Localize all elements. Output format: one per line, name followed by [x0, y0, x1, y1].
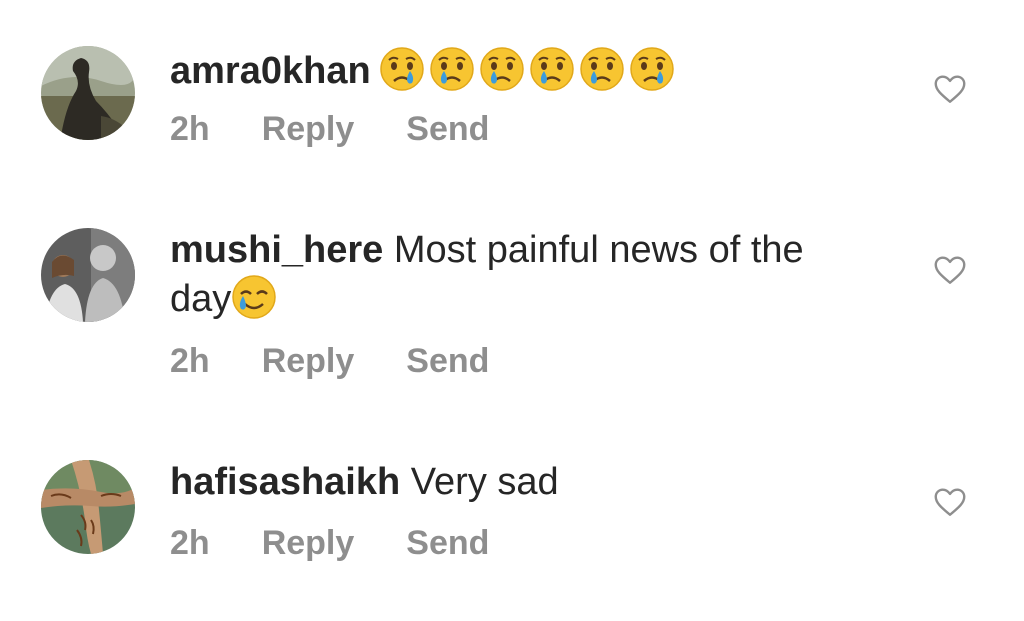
reply-button[interactable]: Reply [262, 342, 355, 381]
avatar[interactable] [41, 46, 135, 140]
heart-outline-icon[interactable] [932, 252, 968, 288]
crying-face-icon [379, 46, 425, 92]
crying-face-icon [529, 46, 575, 92]
reply-button[interactable]: Reply [262, 524, 355, 563]
reply-button[interactable]: Reply [262, 110, 355, 149]
crying-face-icon [579, 46, 625, 92]
heart-outline-icon[interactable] [932, 71, 968, 107]
avatar[interactable] [41, 228, 135, 322]
comment-text: day [170, 278, 232, 320]
username[interactable]: amra0khan [170, 50, 371, 92]
username[interactable]: hafisashaikh [170, 461, 400, 503]
comment-text-line: mushi_here Most painful news of the [170, 226, 890, 274]
emoji-group [379, 46, 675, 92]
comment-text: Most painful news of the [393, 229, 804, 271]
comment-meta: 2h Reply Send [170, 110, 489, 149]
comments-list: amra0khan 2h Reply Send mushi_here Most … [0, 0, 1024, 621]
comment-body: amra0khan [170, 46, 890, 95]
avatar-image [41, 460, 135, 554]
comment-meta: 2h Reply Send [170, 342, 489, 381]
comment-meta: 2h Reply Send [170, 524, 489, 563]
avatar-image [41, 228, 135, 322]
timestamp: 2h [170, 342, 210, 380]
timestamp: 2h [170, 110, 210, 148]
comment-text-line: day [170, 274, 890, 323]
comment-text: Very sad [410, 461, 559, 503]
avatar[interactable] [41, 460, 135, 554]
timestamp: 2h [170, 524, 210, 562]
username[interactable]: mushi_here [170, 229, 383, 271]
send-button[interactable]: Send [406, 524, 489, 563]
comment-body: hafisashaikh Very sad [170, 458, 890, 506]
crying-face-icon [629, 46, 675, 92]
heart-outline-icon[interactable] [932, 484, 968, 520]
avatar-image [41, 46, 135, 140]
crying-face-icon [429, 46, 475, 92]
smiling-face-with-tear-icon [231, 274, 277, 320]
comment-body: mushi_here Most painful news of the day [170, 226, 890, 323]
send-button[interactable]: Send [406, 342, 489, 381]
send-button[interactable]: Send [406, 110, 489, 149]
crying-face-icon [479, 46, 525, 92]
